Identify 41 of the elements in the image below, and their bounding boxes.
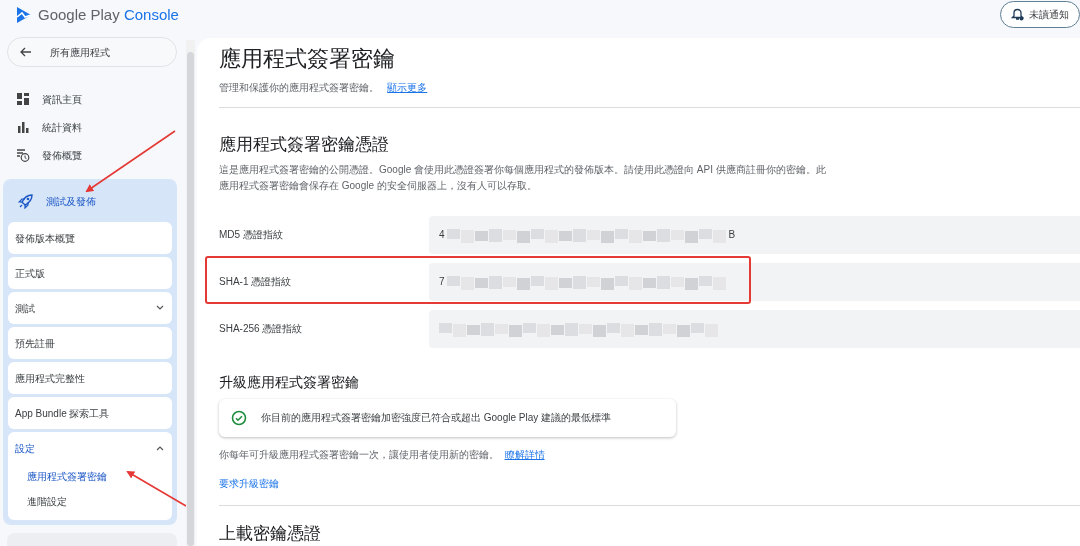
back-button[interactable]: 所有應用程式 [7,37,177,67]
page-subtitle: 管理和保護你的應用程式簽署密鑰。 [219,82,379,94]
bell-icon [1011,8,1024,21]
nav-item[interactable]: 測試及發佈 [8,183,172,219]
bar-chart-icon [16,120,30,134]
nav-item[interactable]: 應用程式完整性 [8,362,172,394]
fingerprint-label: SHA-256 憑證指紋 [219,322,304,337]
section-description: 這是應用程式簽署密鑰的公開憑證。Google 會使用此憑證簽署你每個應用程式的發佈版本。請使用此憑證向 API 供應商註冊你的密鑰。此應用程式簽署密鑰會保存在 Google 的安全伺服器上，沒有人可以存取。 [219,162,827,193]
fingerprint-text: B [728,228,736,243]
dashboard-icon [16,92,30,106]
nav-item[interactable]: 發佈版本概覽 [8,222,172,254]
fingerprint-text: 7 [439,275,445,290]
section-heading: 升級應用程式簽署密鑰 [219,373,360,391]
nav-item[interactable]: 資訊主頁 [0,85,197,113]
play-logo-icon [16,6,32,24]
upgrade-note: 你每年可升級應用程式簽署密鑰一次，讓使用者使用新的密鑰。 [219,448,499,460]
status-text: 你目前的應用程式簽署密鑰加密強度已符合或超出 Google Play 建議的最低標準 [261,411,612,426]
back-arrow-icon [20,47,32,57]
nav-item[interactable]: 正式版 [8,257,172,289]
nav-item[interactable]: 預先註冊 [8,327,172,359]
page-title: 應用程式簽署密鑰 [219,46,396,73]
show-more-link[interactable]: 顯示更多 [387,82,428,94]
section-heading: 應用程式簽署密鑰憑證 [219,135,390,156]
learn-more-link[interactable]: 瞭解詳情 [504,448,545,460]
logo-text: Google Play Console [38,4,179,25]
list-clock-icon [16,148,30,162]
rocket-icon [18,193,34,209]
check-circle-icon [231,409,247,426]
fingerprint-label: MD5 憑證指紋 [219,228,284,243]
nav-item[interactable]: 統計資料 [0,113,197,141]
notifications-button[interactable]: 未讀通知 [1000,1,1080,28]
nav-item[interactable]: 應用程式簽署密鑰 [15,464,164,489]
nav-item[interactable]: App Bundle 探索工具 [8,397,172,429]
request-upgrade-link[interactable]: 要求升級密鑰 [219,475,279,491]
nav-item[interactable]: 進階設定 [15,489,164,514]
fingerprint-label: SHA-1 憑證指紋 [219,275,293,290]
section-heading: 上載密鑰憑證 [219,524,322,545]
nav-item[interactable]: 設定 [15,440,164,456]
nav-item[interactable]: 測試 [8,292,172,324]
nav-item[interactable]: 發佈概覽 [0,141,197,169]
fingerprint-text: 4 [439,228,445,243]
